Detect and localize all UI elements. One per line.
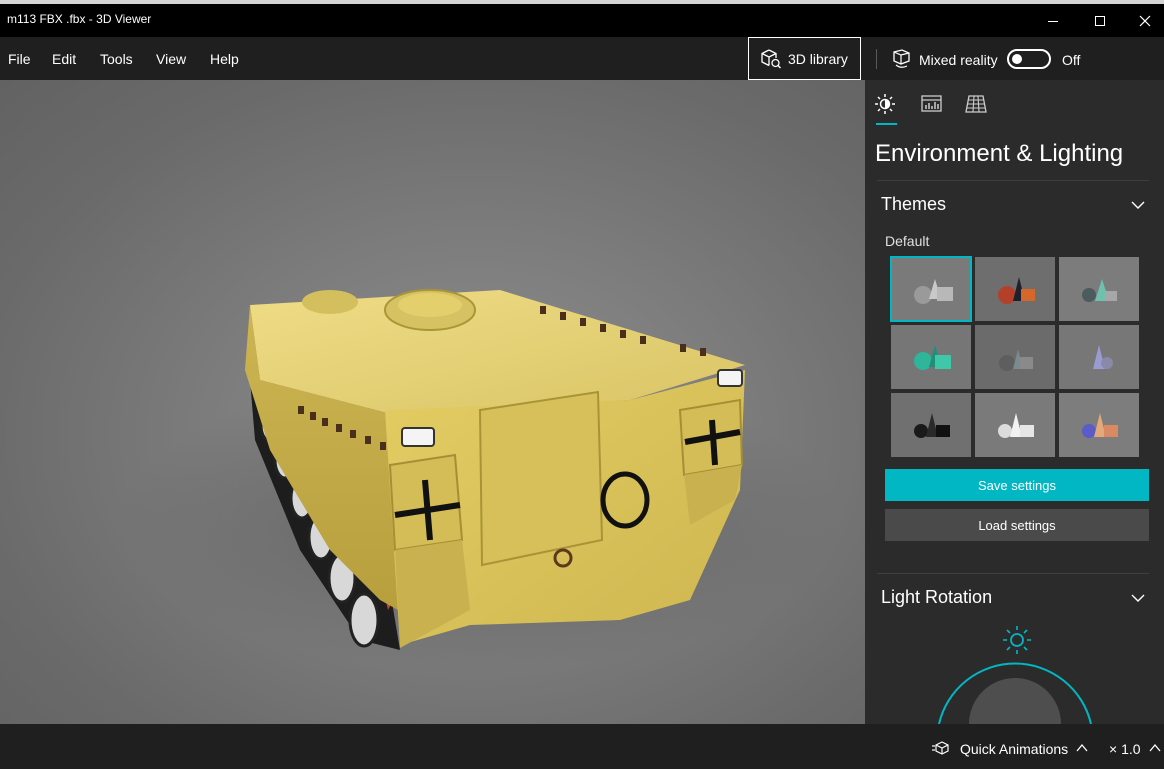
chevron-down-icon[interactable]	[1131, 201, 1145, 210]
menu-help[interactable]: Help	[210, 51, 239, 67]
3d-viewport[interactable]	[0, 80, 865, 724]
mixed-reality-toggle[interactable]	[1007, 49, 1051, 69]
close-icon	[1139, 15, 1151, 26]
save-settings-button[interactable]: Save settings	[885, 469, 1149, 501]
theme-preview	[998, 413, 1034, 438]
divider	[877, 573, 1149, 574]
settings-panel: Environment & Lighting Themes Default Sa…	[865, 80, 1164, 724]
divider	[877, 180, 1149, 181]
window-title: m113 FBX .fbx - 3D Viewer	[7, 12, 152, 26]
theme-preview	[999, 349, 1033, 371]
light-rotation-heading[interactable]: Light Rotation	[881, 587, 992, 608]
animation-speed[interactable]: × 1.0	[1109, 741, 1141, 757]
theme-thumbnail[interactable]	[975, 393, 1055, 457]
menu-separator	[876, 49, 877, 69]
theme-thumbnail[interactable]	[891, 393, 971, 457]
status-bar: Quick Animations × 1.0	[0, 724, 1164, 769]
mixed-reality-label: Mixed reality	[919, 52, 998, 68]
3d-library-button[interactable]: 3D library	[748, 37, 861, 80]
title-bar-strip	[0, 0, 1164, 4]
grid-icon[interactable]	[964, 92, 988, 116]
menu-bar: File Edit Tools View Help 3D library Mix…	[0, 37, 1164, 80]
m113-model-render	[120, 289, 840, 670]
theme-preview	[914, 279, 953, 304]
chevron-up-icon[interactable]	[1076, 744, 1088, 752]
menu-file[interactable]: File	[8, 51, 31, 67]
menu-view[interactable]: View	[156, 51, 186, 67]
current-theme-label: Default	[885, 233, 930, 249]
theme-thumbnail[interactable]	[975, 257, 1055, 321]
quick-animations-button[interactable]: Quick Animations	[960, 741, 1068, 757]
theme-thumbnail[interactable]	[1059, 257, 1139, 321]
cube-search-icon	[761, 48, 781, 68]
theme-thumbnail[interactable]	[1059, 393, 1139, 457]
light-rotation-dial[interactable]	[925, 620, 1105, 724]
minimize-icon	[1048, 20, 1058, 22]
themes-heading[interactable]: Themes	[881, 194, 946, 215]
maximize-button[interactable]	[1077, 4, 1123, 37]
chevron-up-icon[interactable]	[1149, 744, 1161, 752]
light-sun-handle-icon[interactable]	[1003, 626, 1031, 654]
theme-preview	[1082, 413, 1118, 438]
quick-animations-icon	[932, 741, 949, 755]
theme-preview	[998, 277, 1035, 304]
theme-thumbnail[interactable]	[890, 256, 972, 322]
sun-icon[interactable]	[875, 92, 899, 116]
title-bar: m113 FBX .fbx - 3D Viewer	[0, 0, 1164, 37]
menu-tools[interactable]: Tools	[100, 51, 133, 67]
active-tab-indicator	[876, 123, 897, 125]
maximize-icon	[1095, 15, 1105, 26]
theme-preview	[1093, 345, 1113, 369]
theme-preview	[1082, 279, 1117, 302]
theme-thumbnail[interactable]	[891, 325, 971, 389]
theme-thumbnail[interactable]	[1059, 325, 1139, 389]
panel-title: Environment & Lighting	[875, 140, 1124, 167]
stats-icon[interactable]	[920, 92, 944, 116]
theme-thumbnail[interactable]	[975, 325, 1055, 389]
chevron-down-icon[interactable]	[1131, 594, 1145, 603]
close-button[interactable]	[1122, 4, 1164, 37]
theme-preview	[914, 413, 950, 438]
theme-preview	[914, 345, 951, 370]
minimize-button[interactable]	[1030, 4, 1076, 37]
load-settings-button[interactable]: Load settings	[885, 509, 1149, 541]
mixed-reality-icon	[893, 49, 910, 68]
menu-edit[interactable]: Edit	[52, 51, 76, 67]
mixed-reality-state: Off	[1062, 52, 1081, 68]
toggle-knob	[1012, 54, 1022, 64]
3d-library-label: 3D library	[788, 50, 848, 67]
